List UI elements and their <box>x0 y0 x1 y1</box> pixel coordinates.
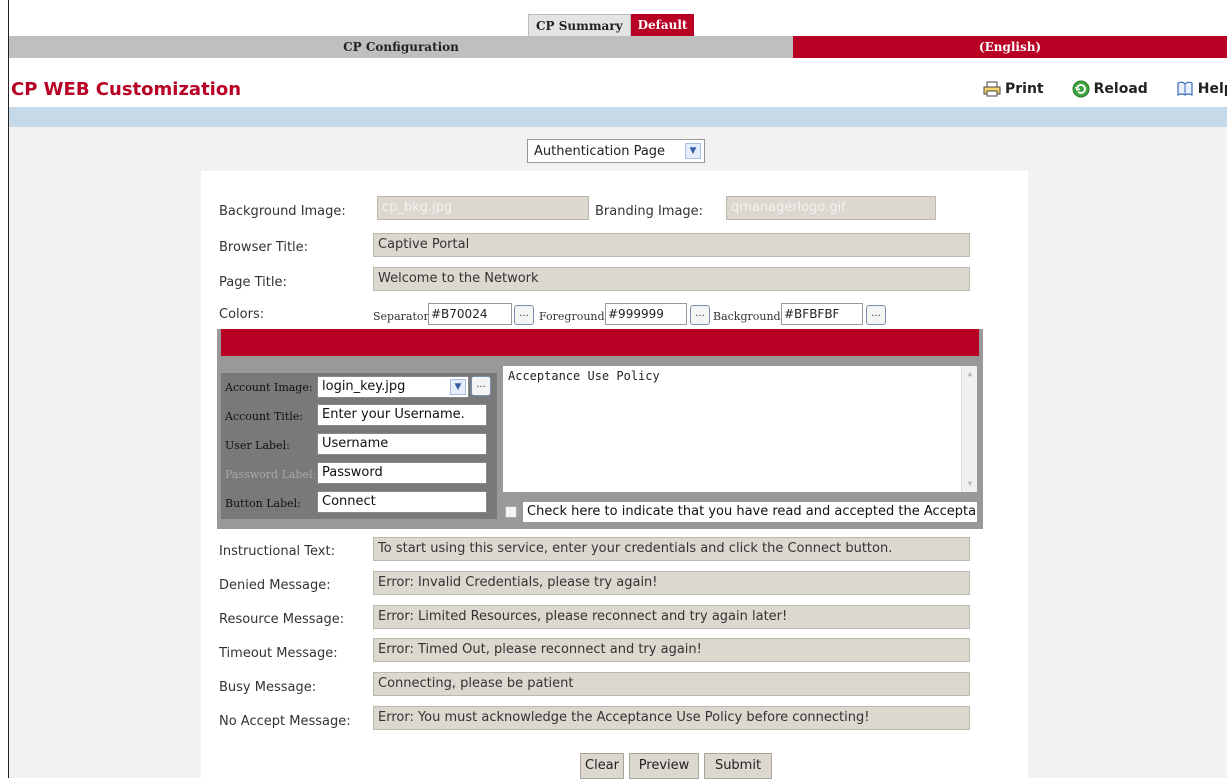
aup-checkbox[interactable] <box>505 506 517 518</box>
resource-message-label: Resource Message: <box>219 612 345 627</box>
reload-label: Reload <box>1093 81 1148 97</box>
no-accept-message-input[interactable]: Error: You must acknowledge the Acceptan… <box>373 706 970 730</box>
aup-scrollbar[interactable]: ▲ ▼ <box>961 366 977 492</box>
account-image-value: login_key.jpg <box>322 379 406 394</box>
password-label-label: Password Label: <box>225 468 317 481</box>
background-image-label: Background Image: <box>219 204 346 219</box>
aup-check-text-input[interactable]: Check here to indicate that you have rea… <box>522 501 978 523</box>
background-color-picker-button[interactable]: ... <box>866 305 886 325</box>
foreground-color-label: Foreground: <box>539 310 609 323</box>
account-title-input[interactable]: Enter your Username. <box>317 404 487 426</box>
reload-button[interactable]: Reload <box>1072 80 1148 98</box>
scroll-up-icon[interactable]: ▲ <box>964 368 976 380</box>
background-color-label: Background: <box>713 310 785 323</box>
account-image-browse-button[interactable]: ... <box>471 376 491 396</box>
reload-icon <box>1072 80 1090 98</box>
page-type-select[interactable]: Authentication Page ▼ <box>527 139 705 163</box>
account-image-label: Account Image: <box>225 381 313 394</box>
no-accept-message-label: No Accept Message: <box>219 714 351 729</box>
chevron-down-icon[interactable]: ▼ <box>685 143 701 159</box>
foreground-color-picker-button[interactable]: ... <box>690 305 710 325</box>
denied-message-input[interactable]: Error: Invalid Credentials, please try a… <box>373 571 970 595</box>
submit-button[interactable]: Submit <box>704 753 772 779</box>
help-label: Help <box>1197 81 1227 97</box>
timeout-message-input[interactable]: Error: Timed Out, please reconnect and t… <box>373 638 970 662</box>
aup-text: Acceptance Use Policy <box>508 369 660 383</box>
browser-title-input[interactable]: Captive Portal <box>373 233 970 257</box>
separator-color-label: Separator: <box>373 310 433 323</box>
preview-button[interactable]: Preview <box>629 753 699 779</box>
background-image-field: cp_bkg.jpg <box>377 196 589 220</box>
action-bar: Print Reload Help <box>983 80 1227 98</box>
tab-bar: CP Summary Default <box>528 14 695 36</box>
page-title-label: Page Title: <box>219 275 287 290</box>
page-title: CP WEB Customization <box>11 79 242 100</box>
password-label-input[interactable]: Password <box>317 462 487 484</box>
colors-label: Colors: <box>219 307 265 322</box>
tab-cp-summary[interactable]: CP Summary <box>528 14 631 36</box>
branding-image-label: Branding Image: <box>595 204 704 219</box>
button-label-label: Button Label: <box>225 497 301 510</box>
nav-cp-configuration[interactable]: CP Configuration <box>9 36 793 58</box>
printer-icon <box>983 81 1001 97</box>
separator-color-input[interactable]: #B70024 <box>428 303 512 325</box>
preview-account-panel: Account Image: login_key.jpg ▼ ... Accou… <box>221 373 497 519</box>
user-label-input[interactable]: Username <box>317 433 487 455</box>
denied-message-label: Denied Message: <box>219 578 331 593</box>
chevron-down-icon[interactable]: ▼ <box>450 379 466 395</box>
browser-title-label: Browser Title: <box>219 240 309 255</box>
account-title-label: Account Title: <box>225 410 303 423</box>
print-button[interactable]: Print <box>983 80 1044 98</box>
busy-message-label: Busy Message: <box>219 680 317 695</box>
toolbar-strip <box>9 107 1227 127</box>
preview-separator-bar <box>221 329 979 356</box>
user-label-label: User Label: <box>225 439 290 452</box>
help-book-icon <box>1177 81 1193 96</box>
page-type-value: Authentication Page <box>534 143 666 159</box>
page-title-input[interactable]: Welcome to the Network <box>373 267 970 291</box>
resource-message-input[interactable]: Error: Limited Resources, please reconne… <box>373 605 970 629</box>
tab-default[interactable]: Default <box>630 14 695 36</box>
busy-message-input[interactable]: Connecting, please be patient <box>373 672 970 696</box>
clear-button[interactable]: Clear <box>580 753 624 779</box>
print-label: Print <box>1005 81 1044 97</box>
login-preview: Account Image: login_key.jpg ▼ ... Accou… <box>217 329 983 529</box>
timeout-message-label: Timeout Message: <box>219 646 338 661</box>
instructional-text-input[interactable]: To start using this service, enter your … <box>373 537 970 561</box>
background-color-input[interactable]: #BFBFBF <box>781 303 863 325</box>
branding-image-field: qmanagerlogo.gif <box>726 196 936 220</box>
account-image-select[interactable]: login_key.jpg ▼ <box>317 376 469 398</box>
scroll-down-icon[interactable]: ▼ <box>964 478 976 490</box>
button-label-input[interactable]: Connect <box>317 491 487 513</box>
nav-bar: CP Configuration (English) <box>9 36 1227 58</box>
instructional-text-label: Instructional Text: <box>219 544 335 559</box>
help-button[interactable]: Help <box>1176 80 1227 98</box>
nav-language[interactable]: (English) <box>793 36 1227 58</box>
separator-color-picker-button[interactable]: ... <box>514 305 534 325</box>
acceptance-use-policy-textarea[interactable]: Acceptance Use Policy ▲ ▼ <box>502 365 978 493</box>
foreground-color-input[interactable]: #999999 <box>605 303 687 325</box>
